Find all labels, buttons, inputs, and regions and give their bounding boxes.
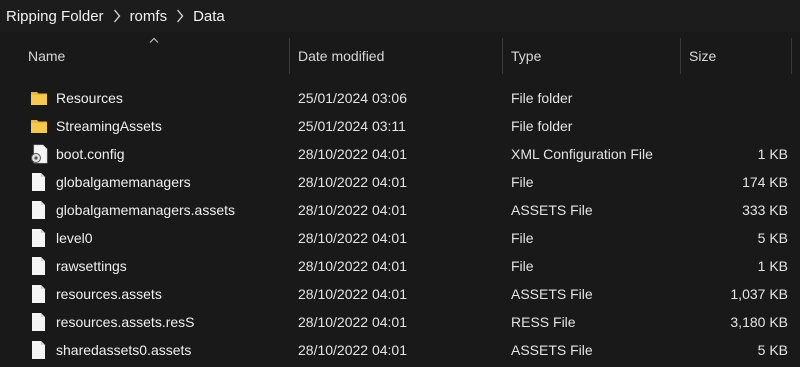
file-row-streamingassets[interactable]: StreamingAssets 25/01/2024 03:11 File fo… xyxy=(0,112,800,140)
file-size: 1 KB xyxy=(757,258,788,274)
file-date-modified: 28/10/2022 04:01 xyxy=(298,286,407,302)
file-date-modified: 28/10/2022 04:01 xyxy=(298,314,407,330)
file-icon xyxy=(30,312,48,332)
file-size: 333 KB xyxy=(742,202,788,218)
file-date-modified: 28/10/2022 04:01 xyxy=(298,230,407,246)
file-explorer-window: Ripping Folder romfs Data Name Date modi… xyxy=(0,0,800,367)
file-row-resources-assets-ress[interactable]: resources.assets.resS 28/10/2022 04:01 R… xyxy=(0,308,800,336)
file-type: ASSETS File xyxy=(511,286,593,302)
file-size: 3,180 KB xyxy=(730,314,788,330)
breadcrumb-ripping-folder[interactable]: Ripping Folder xyxy=(6,8,104,25)
file-date-modified: 28/10/2022 04:01 xyxy=(298,342,407,358)
folder-icon xyxy=(30,116,48,136)
breadcrumb: Ripping Folder romfs Data xyxy=(0,0,800,32)
file-name: Resources xyxy=(56,90,123,106)
file-name: sharedassets0.assets xyxy=(56,342,192,358)
file-date-modified: 25/01/2024 03:06 xyxy=(298,90,407,106)
file-type: ASSETS File xyxy=(511,202,593,218)
column-header-date-modified[interactable]: Date modified xyxy=(290,36,502,76)
file-row-boot-config[interactable]: boot.config 28/10/2022 04:01 XML Configu… xyxy=(0,140,800,168)
file-row-level0[interactable]: level0 28/10/2022 04:01 File 5 KB xyxy=(0,224,800,252)
file-type: ASSETS File xyxy=(511,342,593,358)
file-type: File folder xyxy=(511,118,573,134)
file-type: File xyxy=(511,174,534,190)
column-header-type[interactable]: Type xyxy=(503,36,679,76)
file-icon xyxy=(30,200,48,220)
column-header-name[interactable]: Name xyxy=(20,36,288,76)
file-size: 1 KB xyxy=(757,146,788,162)
file-name: level0 xyxy=(56,230,93,246)
file-icon xyxy=(30,228,48,248)
file-icon xyxy=(30,340,48,360)
column-header-row: Name Date modified Type Size xyxy=(0,36,800,76)
config-file-icon xyxy=(30,144,48,164)
folder-icon xyxy=(30,88,48,108)
file-name: rawsettings xyxy=(56,258,127,274)
file-type: File xyxy=(511,258,534,274)
file-name: resources.assets.resS xyxy=(56,314,195,330)
file-name: StreamingAssets xyxy=(56,118,162,134)
column-divider[interactable] xyxy=(791,38,792,74)
file-size: 174 KB xyxy=(742,174,788,190)
file-size: 5 KB xyxy=(757,342,788,358)
file-date-modified: 28/10/2022 04:01 xyxy=(298,202,407,218)
file-name: globalgamemanagers.assets xyxy=(56,202,235,218)
file-row-sharedassets0-assets[interactable]: sharedassets0.assets 28/10/2022 04:01 AS… xyxy=(0,336,800,364)
file-size: 1,037 KB xyxy=(730,286,788,302)
file-date-modified: 28/10/2022 04:01 xyxy=(298,258,407,274)
chevron-right-icon[interactable] xyxy=(176,9,184,23)
breadcrumb-data[interactable]: Data xyxy=(193,8,225,25)
file-row-resources[interactable]: Resources 25/01/2024 03:06 File folder xyxy=(0,84,800,112)
file-row-rawsettings[interactable]: rawsettings 28/10/2022 04:01 File 1 KB xyxy=(0,252,800,280)
file-row-globalgamemanagers[interactable]: globalgamemanagers 28/10/2022 04:01 File… xyxy=(0,168,800,196)
file-date-modified: 28/10/2022 04:01 xyxy=(298,174,407,190)
file-type: File folder xyxy=(511,90,573,106)
file-type: XML Configuration File xyxy=(511,146,653,162)
file-row-resources-assets[interactable]: resources.assets 28/10/2022 04:01 ASSETS… xyxy=(0,280,800,308)
breadcrumb-romfs[interactable]: romfs xyxy=(130,8,168,25)
file-row-globalgamemanagers-assets[interactable]: globalgamemanagers.assets 28/10/2022 04:… xyxy=(0,196,800,224)
file-name: resources.assets xyxy=(56,286,162,302)
file-date-modified: 25/01/2024 03:11 xyxy=(298,118,406,134)
chevron-right-icon[interactable] xyxy=(113,9,121,23)
file-date-modified: 28/10/2022 04:01 xyxy=(298,146,407,162)
file-icon xyxy=(30,256,48,276)
file-size: 5 KB xyxy=(757,230,788,246)
file-type: File xyxy=(511,230,534,246)
file-list: Resources 25/01/2024 03:06 File folder S… xyxy=(0,84,800,364)
file-icon xyxy=(30,172,48,192)
column-header-size[interactable]: Size xyxy=(681,36,791,76)
file-name: globalgamemanagers xyxy=(56,174,191,190)
file-name: boot.config xyxy=(56,146,125,162)
file-type: RESS File xyxy=(511,314,576,330)
file-icon xyxy=(30,284,48,304)
